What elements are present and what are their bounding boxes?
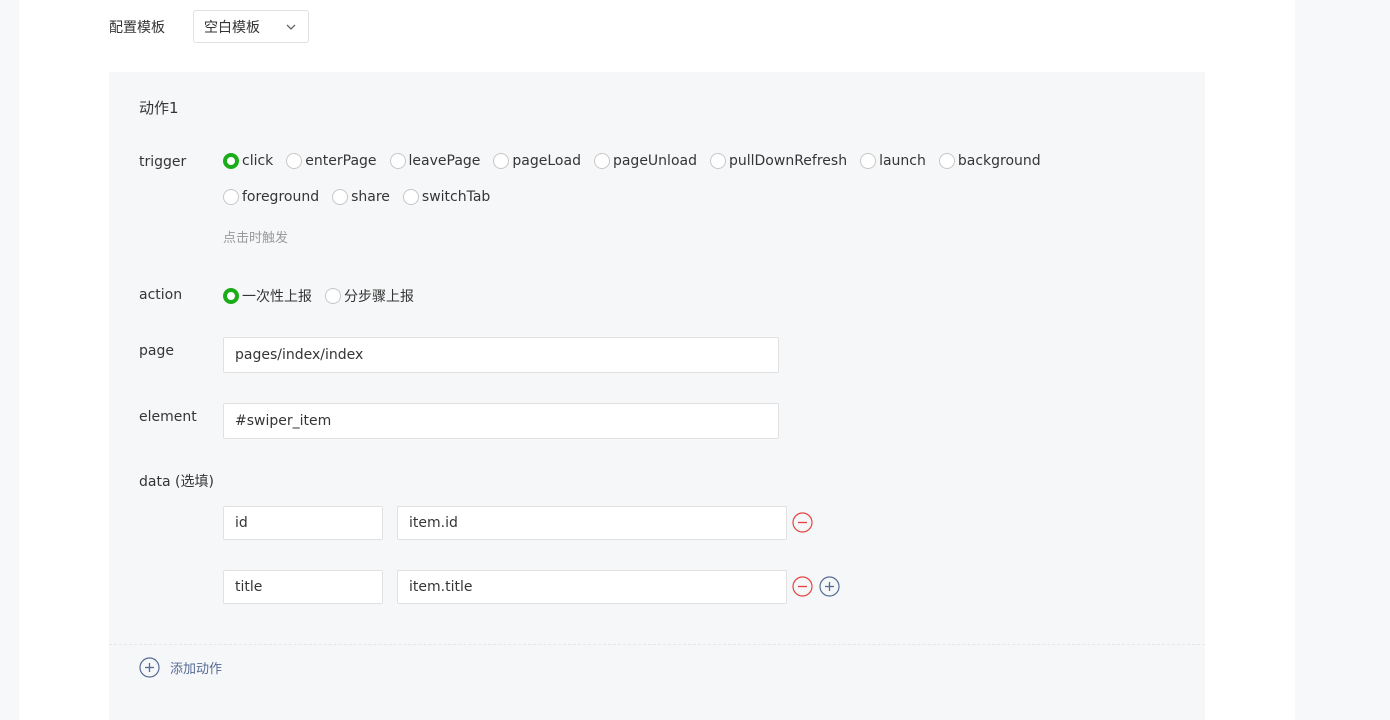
- add-circle-icon: [139, 656, 160, 678]
- trigger-hint: 点击时触发: [223, 231, 289, 246]
- data-label: data (选填): [139, 474, 214, 490]
- radio-circle-icon: [325, 288, 341, 304]
- template-select[interactable]: 空白模板: [193, 10, 309, 43]
- radio-circle-icon: [709, 153, 726, 169]
- card-divider: [109, 644, 1205, 645]
- add-action-button[interactable]: 添加动作: [139, 656, 222, 678]
- template-label: 配置模板: [109, 19, 165, 36]
- radio-circle-icon: [223, 189, 239, 205]
- radio-label: share: [351, 189, 390, 205]
- radio-label: launch: [879, 153, 926, 169]
- element-input[interactable]: [223, 403, 779, 439]
- data-key-input[interactable]: [223, 506, 383, 540]
- radio-label: pageLoad: [512, 153, 581, 169]
- template-row: 配置模板 空白模板: [109, 10, 309, 43]
- page-input[interactable]: [223, 337, 779, 373]
- add-circle-icon[interactable]: [819, 576, 840, 597]
- radio-label: 一次性上报: [242, 289, 312, 305]
- radio-label: 分步骤上报: [344, 289, 414, 305]
- trigger-radio-enterpage[interactable]: enterPage: [286, 153, 377, 169]
- trigger-radio-pageunload[interactable]: pageUnload: [593, 153, 697, 169]
- radio-label: leavePage: [408, 153, 481, 169]
- radio-label: pullDownRefresh: [728, 153, 848, 169]
- radio-circle-icon: [389, 153, 406, 169]
- trigger-radio-group-1: click enterPage leavePage pageLoad pageUnloa…: [223, 153, 1054, 169]
- chevron-down-icon: [286, 24, 296, 30]
- radio-label: pageUnload: [612, 153, 697, 169]
- radio-circle-icon: [332, 189, 349, 205]
- radio-circle-icon: [223, 288, 239, 304]
- radio-label: enterPage: [305, 153, 377, 169]
- radio-circle-icon: [402, 189, 419, 205]
- action-title: 动作1: [139, 99, 179, 117]
- radio-circle-icon: [286, 153, 303, 169]
- radio-circle-icon: [860, 153, 877, 169]
- trigger-radio-leavepage[interactable]: leavePage: [389, 153, 481, 169]
- data-value-input[interactable]: [397, 570, 787, 604]
- trigger-radio-launch[interactable]: launch: [860, 153, 926, 169]
- add-action-label: 添加动作: [170, 661, 223, 677]
- remove-circle-icon[interactable]: [792, 576, 813, 597]
- template-select-value: 空白模板: [204, 19, 260, 36]
- action-radio-1[interactable]: 分步骤上报: [325, 286, 414, 306]
- trigger-radio-click[interactable]: click: [223, 153, 273, 169]
- radio-label: foreground: [242, 189, 320, 205]
- radio-circle-icon: [938, 153, 955, 169]
- action-radio-group: 一次性上报 分步骤上报: [223, 286, 427, 306]
- radio-circle-icon: [493, 153, 510, 169]
- trigger-radio-share[interactable]: share: [332, 189, 390, 205]
- trigger-radio-pulldownrefresh[interactable]: pullDownRefresh: [709, 153, 848, 169]
- trigger-radio-group-2: foreground share switchTab: [223, 189, 503, 205]
- page-label: page: [139, 343, 174, 359]
- action-label: action: [139, 287, 183, 303]
- trigger-radio-foreground[interactable]: foreground: [223, 189, 319, 205]
- radio-circle-icon: [223, 153, 239, 169]
- action-radio-0[interactable]: 一次性上报: [223, 286, 312, 306]
- trigger-label: trigger: [139, 154, 187, 170]
- trigger-radio-switchtab[interactable]: switchTab: [402, 189, 491, 205]
- trigger-radio-pageload[interactable]: pageLoad: [493, 153, 581, 169]
- remove-circle-icon[interactable]: [792, 512, 813, 533]
- trigger-radio-background[interactable]: background: [938, 153, 1041, 169]
- radio-label: background: [957, 153, 1041, 169]
- radio-label: switchTab: [421, 189, 491, 205]
- radio-circle-icon: [593, 153, 610, 169]
- data-key-input[interactable]: [223, 570, 383, 604]
- element-label: element: [139, 409, 197, 425]
- action-card: 动作1 trigger click enterPage leavePage pageL…: [109, 72, 1205, 720]
- radio-label: click: [242, 153, 274, 169]
- data-value-input[interactable]: [397, 506, 787, 540]
